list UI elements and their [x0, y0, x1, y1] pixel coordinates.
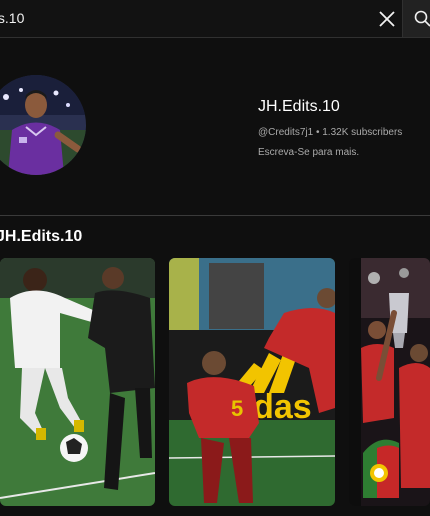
channel-name[interactable]: JH.Edits.10: [258, 98, 340, 116]
channel-description: Escreva-Se para mais.: [258, 147, 360, 158]
video-thumbnail-2[interactable]: adidas 5: [169, 258, 335, 506]
channel-handle-subscribers: @Credits7j1 • 1.32K subscribers: [258, 127, 403, 138]
channel-avatar[interactable]: [0, 75, 86, 175]
search-button[interactable]: [402, 0, 430, 38]
search-bar: ts.10: [0, 0, 402, 38]
section-title[interactable]: JH.Edits.10: [0, 228, 82, 246]
search-input[interactable]: ts.10: [0, 10, 24, 26]
video-thumbnail-1[interactable]: [0, 258, 155, 506]
video-thumbnail-3[interactable]: [349, 258, 430, 506]
divider: [0, 215, 430, 216]
close-icon[interactable]: [377, 9, 397, 29]
svg-text:5: 5: [231, 396, 243, 421]
search-icon: [414, 10, 430, 27]
